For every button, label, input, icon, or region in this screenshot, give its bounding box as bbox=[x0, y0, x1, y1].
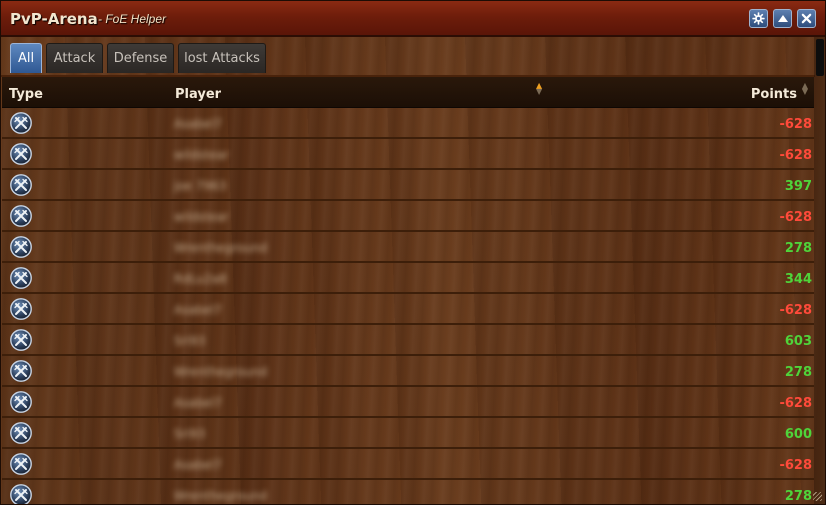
player-name: Asabel7 bbox=[174, 458, 222, 472]
scrollbar-track[interactable] bbox=[814, 37, 825, 504]
row-background bbox=[2, 294, 814, 323]
table-row[interactable]: wildstear -628 bbox=[2, 201, 814, 232]
table-row[interactable]: Wrentheground 278 bbox=[2, 356, 814, 387]
resize-grip[interactable] bbox=[813, 492, 822, 501]
gear-icon bbox=[752, 12, 765, 25]
player-name: Wrentheground bbox=[174, 365, 268, 379]
chevron-up-icon bbox=[777, 14, 788, 22]
window-subtitle: - FoE Helper bbox=[98, 12, 167, 26]
close-button[interactable] bbox=[797, 9, 816, 28]
window-title: PvP-Arena bbox=[10, 10, 98, 28]
points-value: 278 bbox=[784, 241, 812, 256]
row-background bbox=[2, 418, 814, 447]
swords-icon bbox=[10, 484, 32, 504]
row-background bbox=[2, 325, 814, 354]
tab-attack[interactable]: Attack bbox=[46, 43, 103, 73]
table-header: Type Player ▲ ▼ Points ▲ ▼ bbox=[2, 77, 814, 108]
table-body: Asabel7 -628 wildstear -628 joe 7963 397… bbox=[2, 108, 814, 504]
row-background bbox=[2, 449, 814, 478]
swords-icon bbox=[10, 112, 32, 134]
tab-bar: All Attack Defense lost Attacks bbox=[1, 37, 815, 77]
title-bar[interactable]: PvP-Arena - FoE Helper bbox=[1, 1, 825, 37]
row-background bbox=[2, 263, 814, 292]
points-value: 600 bbox=[784, 427, 812, 442]
scrollbar-thumb[interactable] bbox=[816, 39, 824, 76]
player-name: Wrentheground bbox=[174, 489, 268, 503]
points-value: 397 bbox=[784, 179, 812, 194]
player-name: joe 7963 bbox=[174, 179, 227, 193]
player-name: Asabel7 bbox=[174, 303, 222, 317]
tab-all[interactable]: All bbox=[10, 43, 42, 73]
table-row[interactable]: joe 7963 397 bbox=[2, 170, 814, 201]
row-background bbox=[2, 387, 814, 416]
row-background bbox=[2, 480, 814, 504]
column-header-type[interactable]: Type bbox=[9, 87, 43, 102]
row-background bbox=[2, 139, 814, 168]
row-background bbox=[2, 170, 814, 199]
points-value: 603 bbox=[784, 334, 812, 349]
pvp-arena-window: PvP-Arena - FoE Helper All Attack Defens… bbox=[0, 0, 826, 505]
column-header-points[interactable]: Points bbox=[751, 87, 797, 102]
player-name: wildstear bbox=[174, 210, 229, 224]
settings-button[interactable] bbox=[749, 9, 768, 28]
points-value: -628 bbox=[779, 303, 812, 318]
points-value: 278 bbox=[784, 489, 812, 504]
swords-icon bbox=[10, 422, 32, 444]
table-row[interactable]: Asabel7 -628 bbox=[2, 108, 814, 139]
close-icon bbox=[801, 13, 812, 24]
player-name: RdLu2a8 bbox=[174, 272, 227, 286]
sort-icon-points[interactable]: ▲ ▼ bbox=[802, 82, 808, 96]
player-name: Sri93 bbox=[174, 427, 206, 441]
table-row[interactable]: Asabel7 -628 bbox=[2, 294, 814, 325]
row-background bbox=[2, 232, 814, 261]
points-value: -628 bbox=[779, 117, 812, 132]
points-value: -628 bbox=[779, 148, 812, 163]
swords-icon bbox=[10, 143, 32, 165]
row-background bbox=[2, 356, 814, 385]
points-value: 278 bbox=[784, 365, 812, 380]
points-value: 344 bbox=[784, 272, 812, 287]
swords-icon bbox=[10, 236, 32, 258]
player-name: Wrentheground bbox=[174, 241, 268, 255]
table-row[interactable]: wildstear -628 bbox=[2, 139, 814, 170]
swords-icon bbox=[10, 360, 32, 382]
player-name: Asabel7 bbox=[174, 117, 222, 131]
table-row[interactable]: RdLu2a8 344 bbox=[2, 263, 814, 294]
points-value: -628 bbox=[779, 396, 812, 411]
player-name: wildstear bbox=[174, 148, 229, 162]
table-row[interactable]: Asabel7 -628 bbox=[2, 449, 814, 480]
player-name: Sri93 bbox=[174, 334, 206, 348]
player-name: Asabel7 bbox=[174, 396, 222, 410]
swords-icon bbox=[10, 174, 32, 196]
table-row[interactable]: Wrentheground 278 bbox=[2, 480, 814, 504]
swords-icon bbox=[10, 267, 32, 289]
row-background bbox=[2, 201, 814, 230]
swords-icon bbox=[10, 298, 32, 320]
tab-lost-attacks[interactable]: lost Attacks bbox=[178, 43, 266, 73]
table-row[interactable]: Sri93 603 bbox=[2, 325, 814, 356]
table-row[interactable]: Asabel7 -628 bbox=[2, 387, 814, 418]
points-value: -628 bbox=[779, 210, 812, 225]
row-background bbox=[2, 108, 814, 137]
table-row[interactable]: Wrentheground 278 bbox=[2, 232, 814, 263]
swords-icon bbox=[10, 391, 32, 413]
minimize-button[interactable] bbox=[773, 9, 792, 28]
tab-defense[interactable]: Defense bbox=[107, 43, 174, 73]
table-row[interactable]: Sri93 600 bbox=[2, 418, 814, 449]
column-header-player[interactable]: Player bbox=[175, 87, 221, 102]
swords-icon bbox=[10, 329, 32, 351]
points-value: -628 bbox=[779, 458, 812, 473]
swords-icon bbox=[10, 205, 32, 227]
sort-icon-player[interactable]: ▲ ▼ bbox=[536, 82, 542, 96]
swords-icon bbox=[10, 453, 32, 475]
